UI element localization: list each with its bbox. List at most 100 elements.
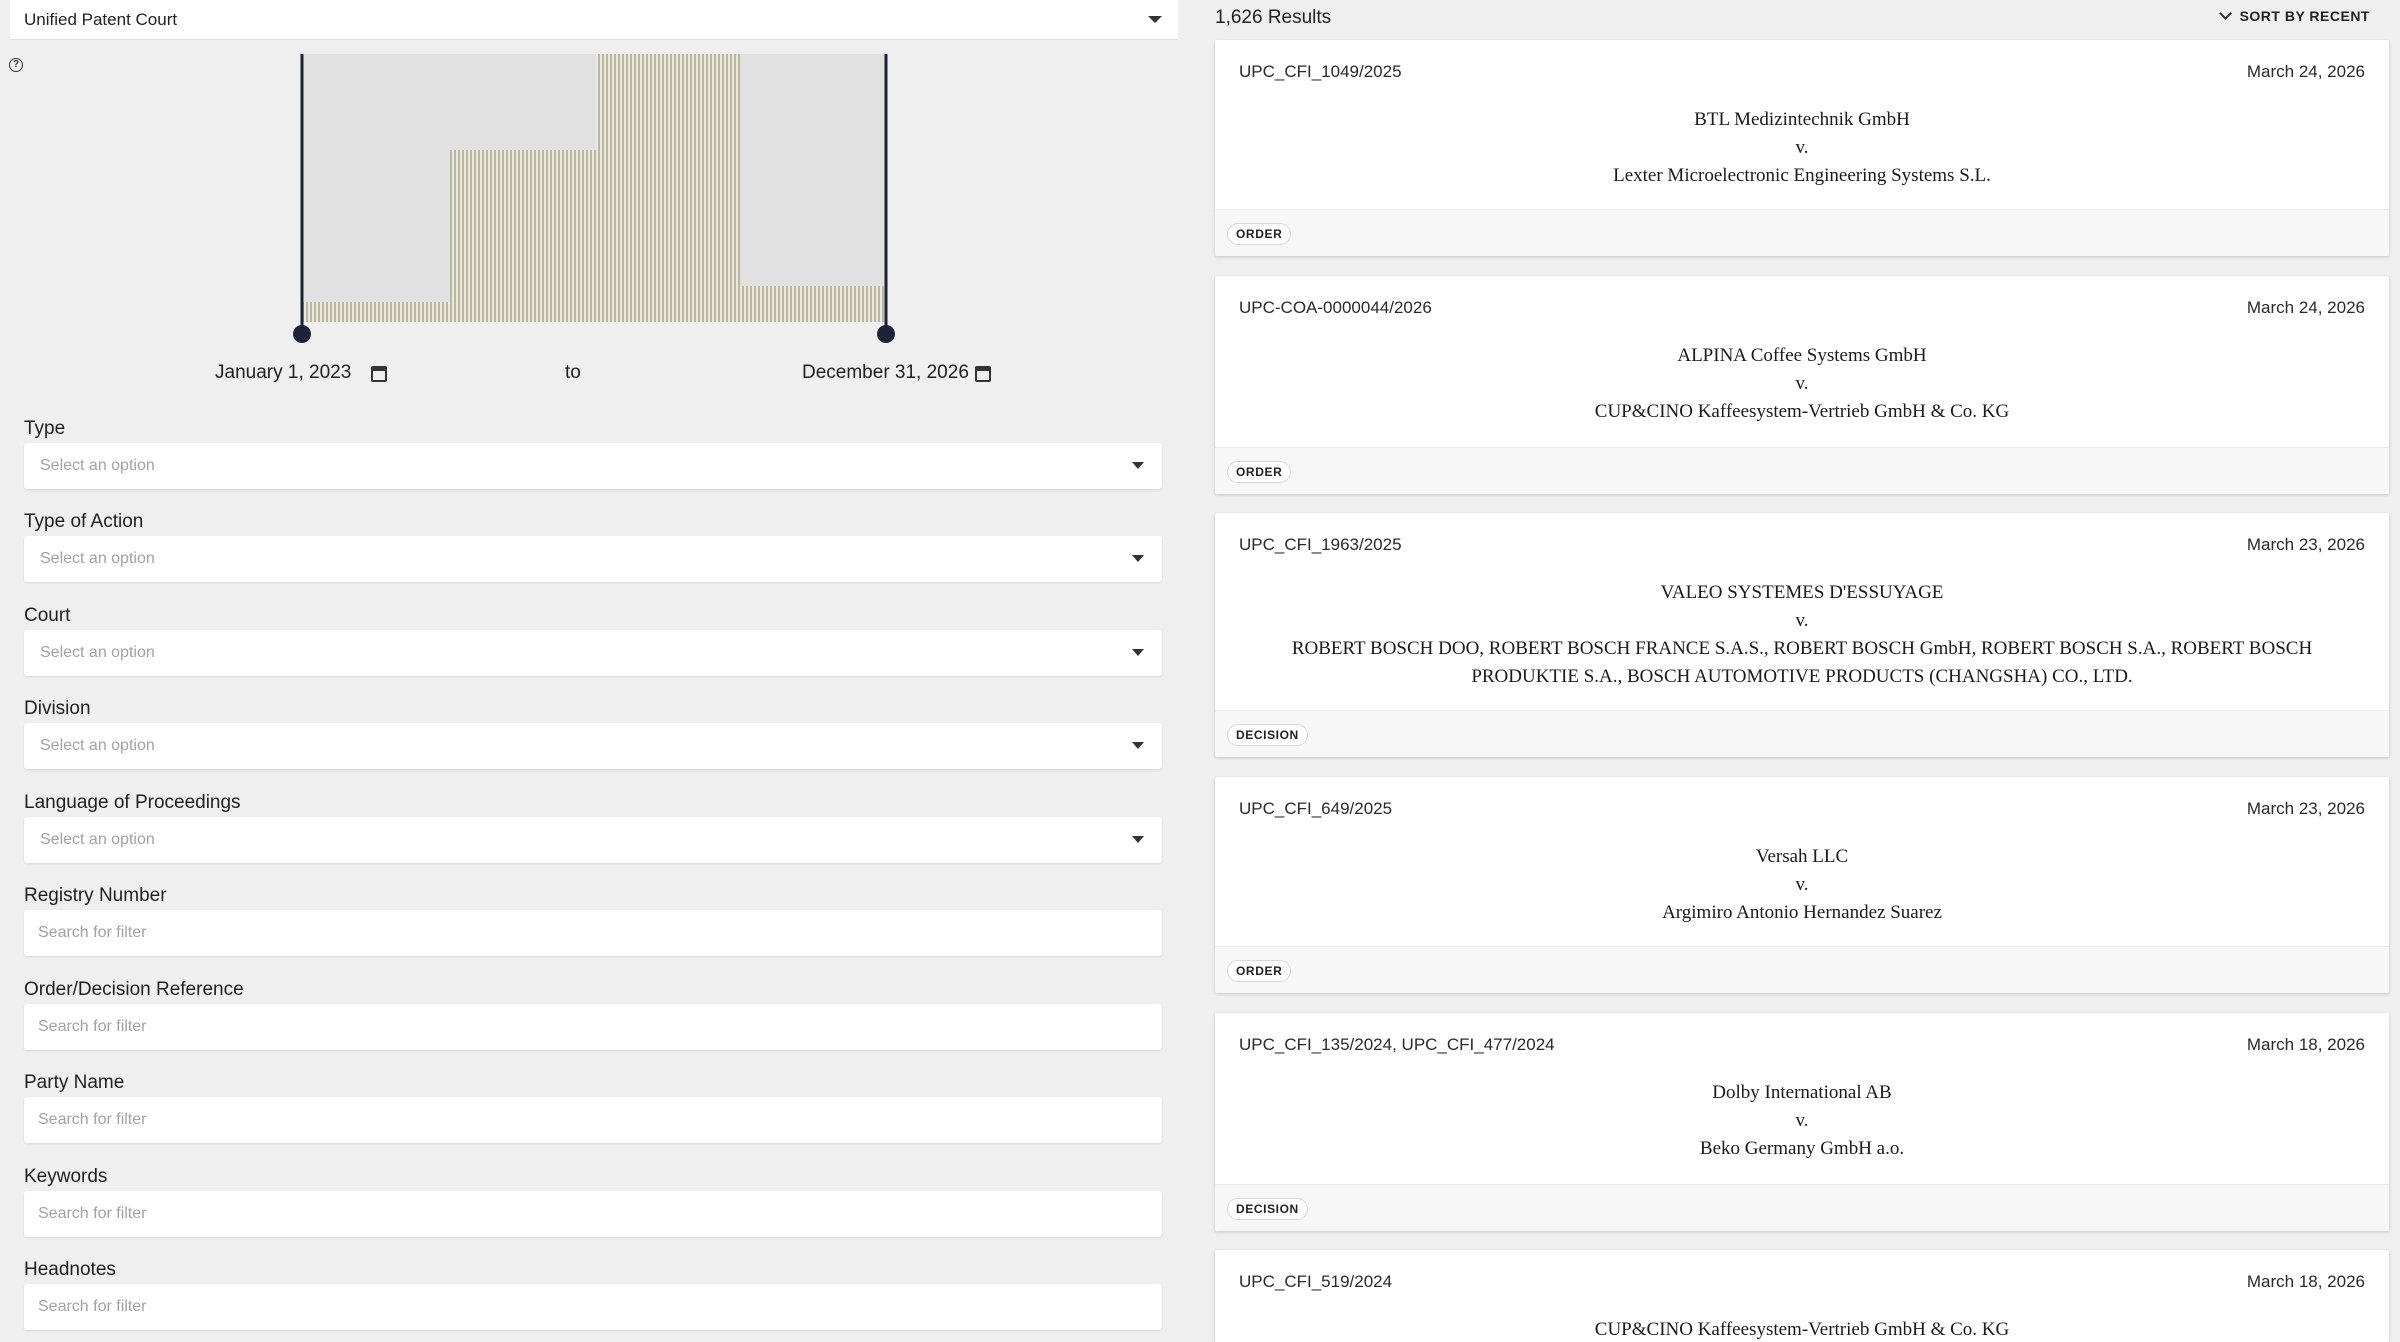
document-type-badge: ORDER [1227, 461, 1292, 483]
claimant: ALPINA Coffee Systems GmbH [1677, 345, 1927, 366]
chevron-down-icon [1132, 836, 1144, 843]
versus: v. [1795, 137, 1809, 158]
card-footer: ORDER [1215, 946, 2389, 993]
registry-number-input[interactable]: Search for filter [24, 910, 1162, 956]
chevron-down-icon [1132, 462, 1144, 469]
order-decision-reference-input[interactable]: Search for filter [24, 1004, 1162, 1050]
headnotes-label: Headnotes [24, 1259, 116, 1280]
party-name-input[interactable]: Search for filter [24, 1097, 1162, 1143]
date-range-row: January 1, 2023 to December 31, 2026 [0, 362, 1180, 392]
case-parties: ALPINA Coffee Systems GmbH v. CUP&CINO K… [1255, 342, 2349, 426]
histogram-bar [596, 54, 740, 322]
result-card[interactable]: UPC_CFI_1963/2025 March 23, 2026 VALEO S… [1215, 513, 2389, 757]
result-card[interactable]: UPC-COA-0000044/2026 March 24, 2026 ALPI… [1215, 276, 2389, 494]
select-placeholder: Select an option [40, 737, 155, 754]
defendant: ROBERT BOSCH DOO, ROBERT BOSCH FRANCE S.… [1291, 638, 2313, 687]
select-placeholder: Select an option [40, 644, 155, 661]
claimant: Versah LLC [1755, 846, 1849, 867]
document-type-badge: DECISION [1227, 724, 1308, 746]
language-select[interactable]: Select an option [24, 817, 1162, 863]
case-id: UPC-COA-0000044/2026 [1239, 298, 1432, 317]
type-of-action-select[interactable]: Select an option [24, 536, 1162, 582]
division-select[interactable]: Select an option [24, 723, 1162, 769]
case-id: UPC_CFI_649/2025 [1239, 799, 1393, 818]
document-type-badge: DECISION [1227, 1198, 1308, 1220]
case-parties: BTL Medizintechnik GmbH v. Lexter Microe… [1255, 106, 2349, 190]
case-id: UPC_CFI_135/2024, UPC_CFI_477/2024 [1239, 1035, 1555, 1054]
headnotes-input[interactable]: Search for filter [24, 1284, 1162, 1330]
histogram-bar [740, 286, 886, 322]
card-footer: ORDER [1215, 447, 2389, 494]
case-parties: Dolby International AB v. Beko Germany G… [1255, 1079, 2349, 1163]
chevron-down-icon [1132, 742, 1144, 749]
range-handle-end[interactable] [877, 325, 895, 343]
defendant: Beko Germany GmbH a.o. [1699, 1138, 1905, 1159]
case-id: UPC_CFI_1049/2025 [1239, 62, 1402, 81]
versus: v. [1795, 874, 1809, 895]
claimant: VALEO SYSTEMES D'ESSUYAGE [1660, 582, 1944, 603]
versus: v. [1795, 610, 1809, 631]
language-label: Language of Proceedings [24, 792, 241, 813]
results-count: 1,626 Results [1215, 7, 1332, 28]
type-label: Type [24, 418, 66, 439]
order-decision-reference-label: Order/Decision Reference [24, 979, 244, 1000]
card-footer: DECISION [1215, 710, 2389, 757]
type-of-action-label: Type of Action [24, 511, 144, 532]
case-date: March 24, 2026 [2246, 298, 2365, 317]
defendant: Argimiro Antonio Hernandez Suarez [1662, 902, 1942, 923]
select-placeholder: Select an option [40, 550, 155, 567]
histogram-bar [302, 302, 450, 322]
claimant: Dolby International AB [1712, 1082, 1892, 1103]
sort-button[interactable]: SORT BY RECENT [2218, 6, 2370, 24]
case-parties: CUP&CINO Kaffeesystem-Vertrieb GmbH & Co… [1255, 1316, 2349, 1342]
help-icon[interactable]: ? [9, 58, 23, 72]
date-to-label: to [565, 362, 581, 383]
chevron-down-icon [1132, 649, 1144, 656]
select-placeholder: Select an option [40, 831, 155, 848]
case-id: UPC_CFI_519/2024 [1239, 1272, 1393, 1291]
division-label: Division [24, 698, 91, 719]
court-label: Court [24, 605, 71, 626]
case-date: March 23, 2026 [2246, 535, 2365, 554]
document-type-badge: ORDER [1227, 960, 1292, 982]
date-end-input[interactable]: December 31, 2026 [802, 362, 969, 384]
defendant: Lexter Microelectronic Engineering Syste… [1613, 165, 1991, 186]
keywords-input[interactable]: Search for filter [24, 1191, 1162, 1237]
date-start-input[interactable]: January 1, 2023 [215, 362, 351, 384]
party-name-label: Party Name [24, 1072, 125, 1093]
result-card[interactable]: UPC_CFI_135/2024, UPC_CFI_477/2024 March… [1215, 1013, 2389, 1231]
case-date: March 24, 2026 [2246, 62, 2365, 81]
case-date: March 18, 2026 [2246, 1272, 2365, 1291]
sort-label: SORT BY RECENT [2239, 8, 2370, 24]
court-filter-select[interactable]: Select an option [24, 630, 1162, 676]
result-card[interactable]: UPC_CFI_519/2024 March 18, 2026 CUP&CINO… [1215, 1250, 2389, 1342]
versus: v. [1795, 373, 1809, 394]
result-card[interactable]: UPC_CFI_1049/2025 March 24, 2026 BTL Med… [1215, 40, 2389, 256]
chevron-down-icon [1132, 555, 1144, 562]
case-parties: Versah LLC v. Argimiro Antonio Hernandez… [1255, 843, 2349, 927]
histogram-bar [450, 150, 596, 322]
type-select[interactable]: Select an option [24, 443, 1162, 489]
chevron-down-icon [1148, 16, 1162, 23]
filter-panel: Unified Patent Court ? January 1, 2023 t… [0, 0, 1180, 1342]
calendar-icon[interactable] [975, 366, 991, 382]
document-type-badge: ORDER [1227, 223, 1292, 245]
claimant: BTL Medizintechnik GmbH [1694, 109, 1910, 130]
result-card[interactable]: UPC_CFI_649/2025 March 23, 2026 Versah L… [1215, 777, 2389, 993]
card-footer: DECISION [1215, 1184, 2389, 1231]
registry-number-label: Registry Number [24, 885, 167, 906]
chevron-down-icon [2218, 6, 2232, 20]
court-select[interactable]: Unified Patent Court [10, 0, 1178, 40]
court-select-value: Unified Patent Court [24, 9, 178, 29]
calendar-icon[interactable] [371, 366, 387, 382]
case-date: March 18, 2026 [2246, 1035, 2365, 1054]
select-placeholder: Select an option [40, 457, 155, 474]
claimant: CUP&CINO Kaffeesystem-Vertrieb GmbH & Co… [1594, 1319, 2010, 1340]
date-histogram [293, 54, 895, 343]
defendant: CUP&CINO Kaffeesystem-Vertrieb GmbH & Co… [1594, 401, 2010, 422]
card-footer: ORDER [1215, 209, 2389, 256]
range-handle-start[interactable] [293, 325, 311, 343]
keywords-label: Keywords [24, 1166, 108, 1187]
versus: v. [1795, 1110, 1809, 1131]
case-id: UPC_CFI_1963/2025 [1239, 535, 1402, 554]
